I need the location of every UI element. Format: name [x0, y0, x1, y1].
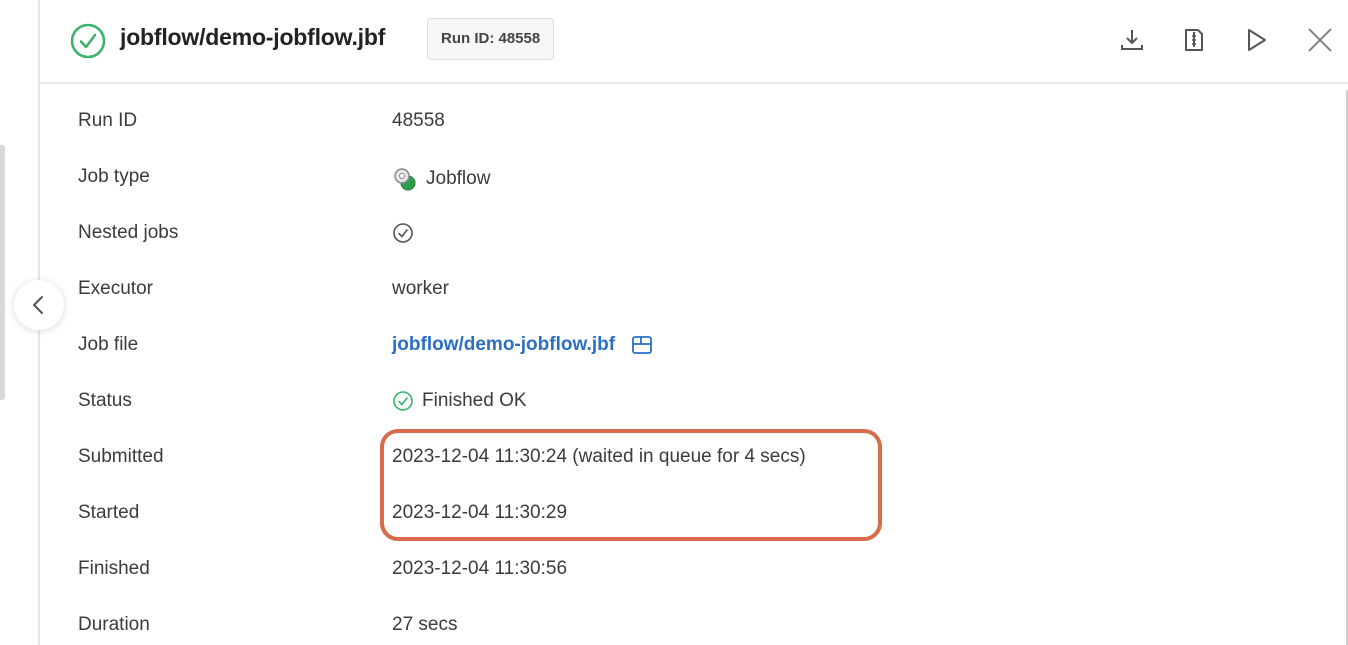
panel-header: jobflow/demo-jobflow.jbf Run ID: 48558 [40, 0, 1348, 84]
detail-value: 2023-12-04 11:30:56 [392, 558, 567, 580]
run-button[interactable] [1240, 24, 1272, 56]
detail-row-job-file: Job file jobflow/demo-jobflow.jbf [78, 324, 1278, 364]
detail-row-run-id: Run ID 48558 [78, 100, 1278, 140]
run-detail-panel: jobflow/demo-jobflow.jbf Run ID: 48558 R… [38, 0, 1348, 645]
run-id-value: 48558 [392, 110, 445, 131]
detail-row-status: Status Finished OK [78, 380, 1278, 420]
check-circle-icon [393, 223, 413, 243]
highlight-annotation [380, 429, 882, 541]
page-title: jobflow/demo-jobflow.jbf [120, 24, 386, 50]
detail-value: 48558 [392, 110, 445, 132]
job-type-value: Jobflow [426, 168, 491, 189]
collapse-panel-button[interactable] [14, 280, 64, 330]
close-icon [1308, 28, 1332, 52]
check-circle-green-icon [393, 391, 413, 411]
job-file-link[interactable]: jobflow/demo-jobflow.jbf [392, 334, 615, 356]
log-file-icon [1185, 29, 1203, 51]
detail-value [392, 222, 414, 244]
duration-value: 27 secs [392, 614, 458, 635]
chevron-left-icon [33, 296, 43, 314]
jobflow-gears-icon [394, 168, 416, 191]
detail-label: Submitted [78, 446, 164, 467]
detail-label: Status [78, 390, 132, 411]
status-ok-icon [70, 23, 106, 59]
detail-value: jobflow/demo-jobflow.jbf [392, 334, 655, 356]
detail-label: Job file [78, 334, 139, 355]
finished-value: 2023-12-04 11:30:56 [392, 558, 568, 579]
run-id-badge: Run ID: 48558 [427, 18, 555, 60]
detail-row-nested-jobs: Nested jobs [78, 212, 1278, 252]
detail-value: Jobflow [392, 166, 490, 192]
detail-row-job-type: Job type Jobflow [78, 156, 1278, 196]
detail-label: Nested jobs [78, 222, 179, 243]
play-icon [1248, 29, 1266, 51]
open-in-window-icon[interactable] [629, 334, 655, 356]
download-button[interactable] [1116, 24, 1148, 56]
detail-label: Executor [78, 278, 153, 299]
detail-label: Run ID [78, 110, 138, 131]
detail-row-finished: Finished 2023-12-04 11:30:56 [78, 548, 1278, 588]
close-button[interactable] [1304, 24, 1336, 56]
detail-row-executor: Executor worker [78, 268, 1278, 308]
detail-label: Started [78, 502, 140, 523]
detail-value: worker [392, 278, 449, 300]
log-button[interactable] [1178, 24, 1210, 56]
detail-value: Finished OK [392, 390, 527, 412]
detail-row-duration: Duration 27 secs [78, 604, 1278, 644]
detail-label: Duration [78, 614, 150, 635]
executor-value: worker [392, 278, 450, 299]
download-icon [1121, 30, 1143, 50]
detail-label: Finished [78, 558, 150, 579]
detail-value: 27 secs [392, 614, 457, 636]
detail-label: Job type [78, 166, 150, 187]
left-scrollbar[interactable] [0, 145, 5, 400]
status-value: Finished OK [422, 390, 527, 411]
